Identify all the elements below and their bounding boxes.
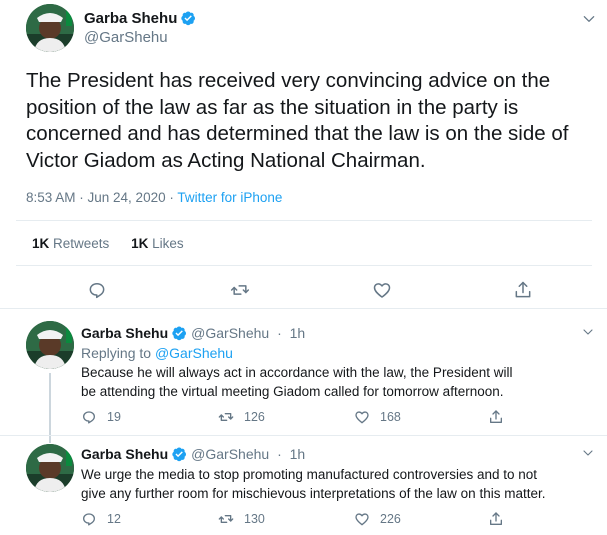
share-icon: [515, 281, 531, 298]
timestamp[interactable]: 8:53 AM · Jun 24, 2020: [26, 190, 166, 205]
verified-badge-icon: [172, 326, 187, 341]
retweet-icon: [218, 413, 234, 421]
like-count: 168: [380, 410, 401, 424]
time-separator: ·: [277, 325, 282, 341]
retweet-count: 126: [244, 410, 265, 424]
reply-header: Garba Shehu @GarShehu · 1h: [81, 446, 305, 462]
like-count: 226: [380, 512, 401, 526]
author-handle[interactable]: @GarShehu: [191, 446, 269, 462]
retweet-button[interactable]: 126: [218, 409, 265, 425]
like-button[interactable]: 226: [354, 511, 401, 527]
reply-count: 12: [107, 512, 121, 526]
chevron-down-icon[interactable]: [582, 326, 594, 338]
tweet-meta: 8:53 AM · Jun 24, 2020 · Twitter for iPh…: [26, 190, 282, 205]
heart-icon: [355, 513, 369, 526]
main-tweet: Garba Shehu @GarShehu The President has …: [0, 0, 607, 309]
heart-icon: [373, 283, 391, 298]
reply-count: 19: [107, 410, 121, 424]
divider: [16, 265, 592, 266]
author-name[interactable]: Garba Shehu: [84, 10, 196, 27]
verified-badge-icon: [181, 11, 196, 26]
retweets-label: Retweets: [53, 236, 110, 251]
share-button[interactable]: [488, 409, 514, 425]
verified-badge-icon: [172, 447, 187, 462]
time-separator: ·: [277, 446, 282, 462]
reply-button[interactable]: 12: [81, 511, 121, 527]
divider: [0, 435, 607, 436]
thread-line: [49, 373, 51, 435]
replying-to: Replying to @GarShehu: [81, 345, 233, 361]
source-link[interactable]: Twitter for iPhone: [177, 190, 282, 205]
chevron-down-icon[interactable]: [582, 12, 596, 26]
like-button[interactable]: 168: [354, 409, 401, 425]
retweet-icon: [218, 515, 234, 523]
replying-to-mention[interactable]: @GarShehu: [155, 345, 233, 361]
avatar[interactable]: [26, 321, 74, 369]
avatar[interactable]: [26, 4, 74, 52]
avatar[interactable]: [26, 444, 74, 492]
share-icon: [490, 410, 502, 423]
author-name-text[interactable]: Garba Shehu: [84, 10, 177, 27]
share-icon: [490, 512, 502, 525]
retweet-icon: [230, 285, 250, 295]
retweet-button[interactable]: 130: [218, 511, 265, 527]
author-name[interactable]: Garba Shehu: [81, 325, 168, 341]
reply-tweet[interactable]: Garba Shehu @GarShehu · 1h We urge the me…: [0, 435, 607, 535]
reply-text: We urge the media to stop promoting manu…: [81, 467, 546, 501]
reply-header: Garba Shehu @GarShehu · 1h: [81, 325, 305, 341]
reply-text: Because he will always act in accordance…: [81, 365, 513, 399]
reply-button[interactable]: [87, 280, 107, 300]
replying-to-label: Replying to: [81, 345, 152, 361]
author-handle[interactable]: @GarShehu: [191, 325, 269, 341]
retweets-stat[interactable]: 1K Retweets: [32, 236, 109, 251]
meta-separator: ·: [165, 190, 178, 205]
likes-count: 1K: [131, 236, 149, 251]
share-button[interactable]: [513, 280, 533, 300]
tweet-text: The President has received very convinci…: [26, 69, 569, 172]
retweet-button[interactable]: [230, 280, 250, 300]
retweet-count: 130: [244, 512, 265, 526]
divider: [16, 220, 592, 221]
tweet-stats: 1K Retweets 1K Likes: [32, 236, 202, 251]
chevron-down-icon[interactable]: [582, 447, 594, 459]
reply-tweet[interactable]: Garba Shehu @GarShehu · 1h Replying to @G…: [0, 310, 607, 435]
reply-icon: [89, 283, 105, 299]
likes-label: Likes: [152, 236, 184, 251]
retweets-count: 1K: [32, 236, 50, 251]
timestamp[interactable]: 1h: [290, 446, 306, 462]
author-name[interactable]: Garba Shehu: [81, 446, 168, 462]
likes-stat[interactable]: 1K Likes: [131, 236, 184, 251]
reply-button[interactable]: 19: [81, 409, 121, 425]
reply-icon: [83, 513, 95, 526]
share-button[interactable]: [488, 511, 514, 527]
heart-icon: [355, 411, 369, 424]
reply-icon: [83, 411, 95, 424]
like-button[interactable]: [372, 280, 392, 300]
thread-line: [49, 435, 51, 443]
timestamp[interactable]: 1h: [290, 325, 306, 341]
author-handle[interactable]: @GarShehu: [84, 29, 168, 46]
